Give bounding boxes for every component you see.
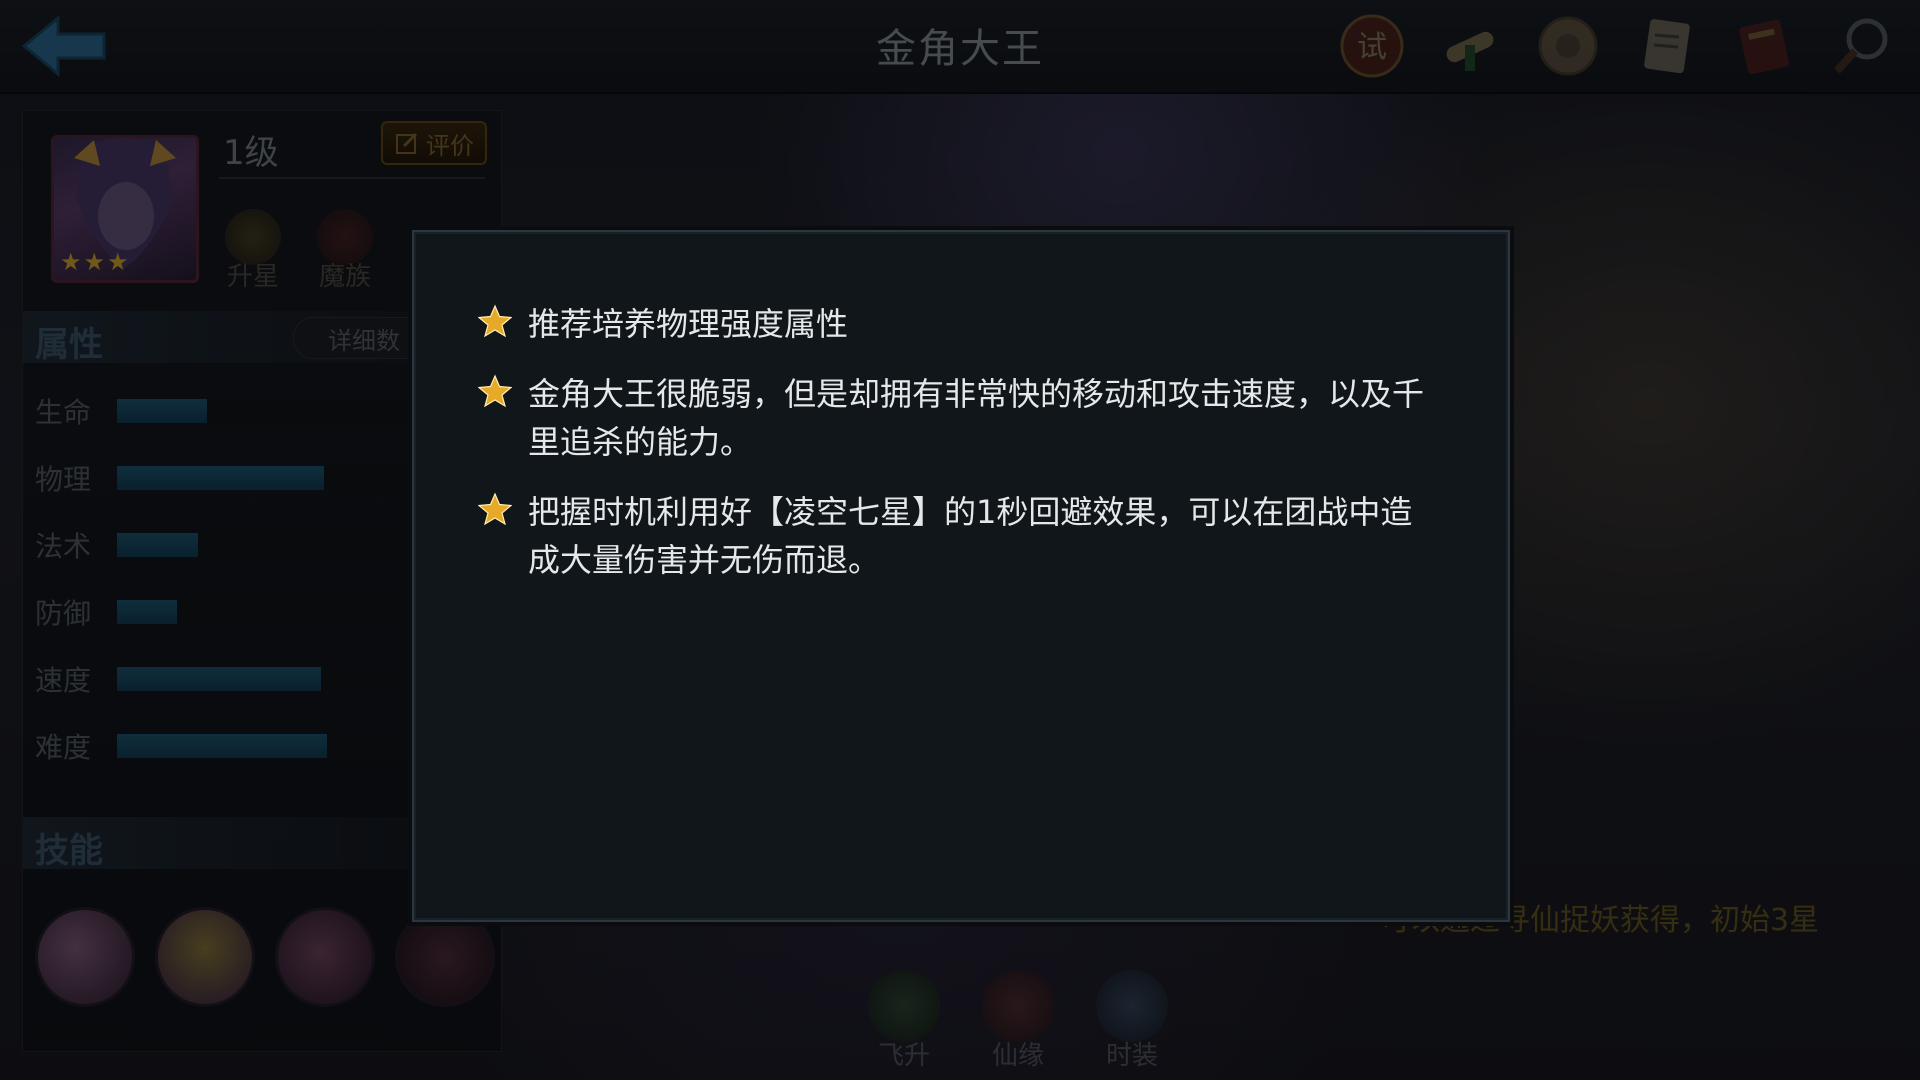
tip-item: 推荐培养物理强度属性 [478, 300, 1438, 348]
star-icon [478, 304, 512, 338]
tip-item: 把握时机利用好【凌空七星】的1秒回避效果，可以在团战中造成大量伤害并无伤而退。 [478, 488, 1438, 584]
tip-text: 推荐培养物理强度属性 [528, 305, 849, 343]
star-icon [478, 374, 512, 408]
star-icon [478, 492, 512, 526]
tips-list: 推荐培养物理强度属性金角大王很脆弱，但是却拥有非常快的移动和攻击速度，以及千里追… [478, 300, 1438, 606]
tip-text: 金角大王很脆弱，但是却拥有非常快的移动和攻击速度，以及千里追杀的能力。 [528, 375, 1425, 461]
tip-item: 金角大王很脆弱，但是却拥有非常快的移动和攻击速度，以及千里追杀的能力。 [478, 370, 1438, 466]
tips-dialog: 推荐培养物理强度属性金角大王很脆弱，但是却拥有非常快的移动和攻击速度，以及千里追… [412, 230, 1510, 922]
tip-text: 把握时机利用好【凌空七星】的1秒回避效果，可以在团战中造成大量伤害并无伤而退。 [528, 493, 1413, 579]
